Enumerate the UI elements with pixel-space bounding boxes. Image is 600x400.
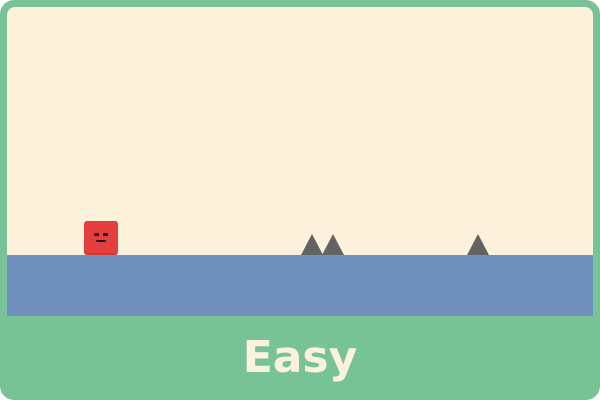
spike-icon	[301, 234, 323, 255]
player-mouth	[96, 240, 106, 242]
player-cube-icon	[84, 221, 118, 255]
level-card[interactable]: Easy	[0, 0, 600, 400]
spike-icon	[467, 234, 489, 255]
player-left-eye	[94, 233, 99, 236]
ground-platform	[7, 255, 593, 316]
player-right-eye	[103, 233, 108, 236]
difficulty-label: Easy	[242, 332, 358, 383]
game-stage	[7, 7, 593, 316]
spike-icon	[322, 234, 344, 255]
